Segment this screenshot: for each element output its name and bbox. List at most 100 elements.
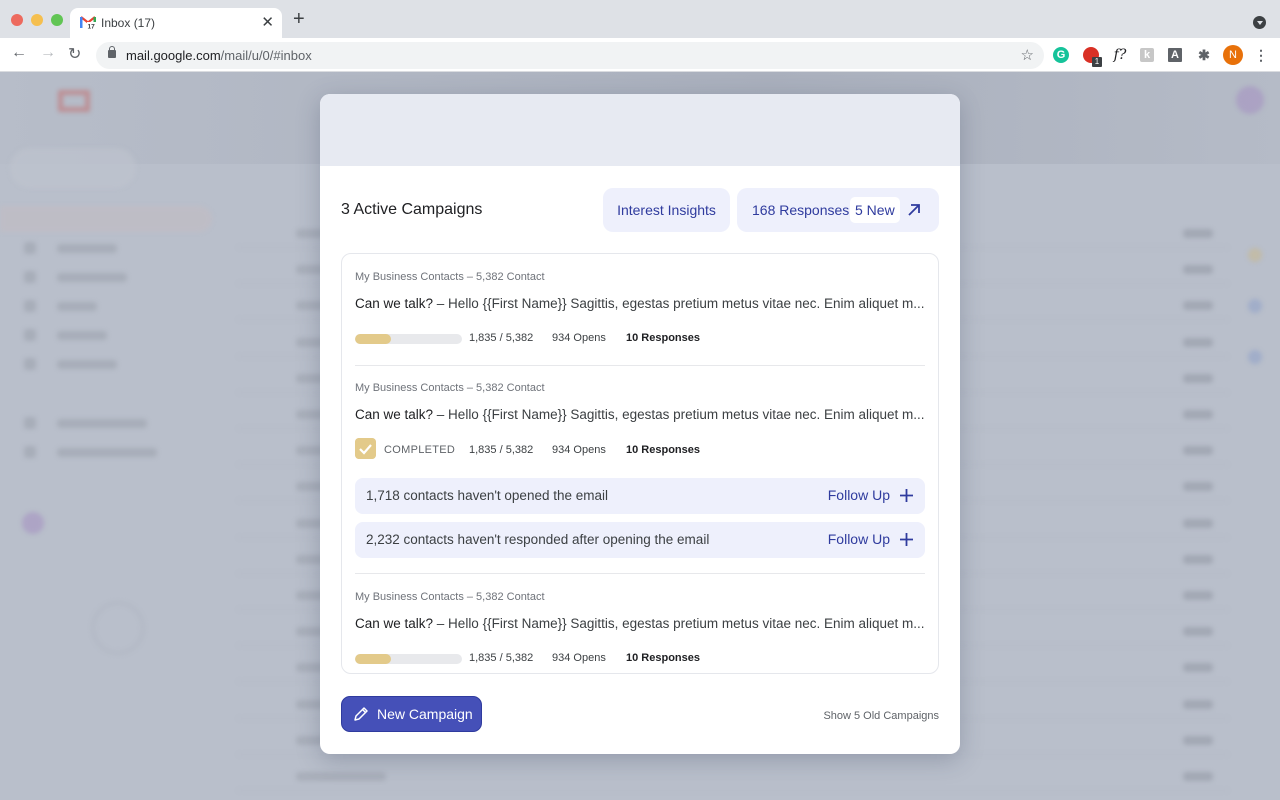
campaign-meta: My Business Contacts – 5,382 Contact xyxy=(355,591,545,603)
backdrop-row-date xyxy=(1183,554,1213,564)
address-bar[interactable]: mail.google.com/mail/u/0/#inbox ☆ xyxy=(96,42,1044,69)
backdrop-addon-shape xyxy=(1248,299,1262,313)
followup-row-unresponded: 2,232 contacts haven't responded after o… xyxy=(355,522,925,558)
campaign-meta: My Business Contacts – 5,382 Contact xyxy=(355,382,545,394)
backdrop-row-sender xyxy=(296,772,386,781)
campaign-subject: Can we talk? xyxy=(355,296,434,311)
extensions-puzzle-icon[interactable]: ✱ xyxy=(1196,47,1212,63)
responses-count-link[interactable]: 10 Responses xyxy=(626,332,700,344)
responses-count-link[interactable]: 10 Responses xyxy=(626,652,700,664)
send-progress-bar xyxy=(355,654,462,664)
campaign-line: Can we talk? – Hello {{First Name}} Sagi… xyxy=(355,296,925,311)
backdrop-row-date xyxy=(1183,410,1213,419)
campaign-subject: Can we talk? xyxy=(355,407,434,422)
campaign-preview: – Hello {{First Name}} Sagittis, egestas… xyxy=(433,407,925,422)
backdrop-avatar-shape xyxy=(22,512,44,534)
interest-insights-button[interactable]: Interest Insights xyxy=(603,188,730,232)
font-extension-icon[interactable]: f? xyxy=(1110,47,1130,63)
backdrop-row-date xyxy=(1183,482,1213,492)
url-host: mail.google.com xyxy=(126,48,221,63)
follow-up-button[interactable]: Follow Up xyxy=(828,531,914,547)
browser-tab-bar: 17 Inbox (17) ✕ + xyxy=(0,0,1280,38)
campaigns-modal: 3 Active Campaigns Interest Insights 168… xyxy=(320,94,960,754)
responses-count: 168 Responses xyxy=(752,202,850,218)
plus-icon xyxy=(900,533,913,546)
campaign-line: Can we talk? – Hello {{First Name}} Sagi… xyxy=(355,407,925,422)
opens-count: 934 Opens xyxy=(552,444,606,456)
opens-count: 934 Opens xyxy=(552,652,606,664)
reload-icon[interactable]: ↻ xyxy=(68,44,81,64)
backdrop-nav-shape xyxy=(22,300,202,312)
browser-tab-inbox[interactable]: 17 Inbox (17) ✕ xyxy=(70,8,282,38)
new-responses-badge: 5 New xyxy=(850,197,900,223)
campaign-line: Can we talk? – Hello {{First Name}} Sagi… xyxy=(355,616,925,631)
follow-up-label: Follow Up xyxy=(827,487,890,503)
completed-status: COMPLETED xyxy=(384,444,456,456)
checkmark-icon xyxy=(355,438,376,459)
campaign-item[interactable]: My Business Contacts – 5,382 Contact Can… xyxy=(342,254,938,365)
forward-arrow-icon[interactable]: → xyxy=(40,44,56,62)
window-close-button[interactable] xyxy=(11,14,23,26)
browser-toolbar: ← → ↻ mail.google.com/mail/u/0/#inbox ☆ … xyxy=(0,38,1280,72)
backdrop-row-date xyxy=(1183,518,1213,528)
modal-title: 3 Active Campaigns xyxy=(341,201,483,218)
tab-title: Inbox (17) xyxy=(101,16,156,30)
url-text[interactable]: mail.google.com/mail/u/0/#inbox xyxy=(126,48,312,63)
opens-count: 934 Opens xyxy=(552,332,606,344)
responses-count-link[interactable]: 10 Responses xyxy=(626,444,700,456)
backdrop-nav-shape xyxy=(22,242,202,254)
new-tab-button[interactable]: + xyxy=(293,9,305,29)
window-minimize-button[interactable] xyxy=(31,14,43,26)
window-maximize-button[interactable] xyxy=(51,14,63,26)
backdrop-row-date xyxy=(1183,735,1213,745)
backdrop-row-date xyxy=(1183,699,1213,709)
arrow-up-right-icon xyxy=(908,204,920,216)
campaign-stats: COMPLETED 1,835 / 5,382 934 Opens 10 Res… xyxy=(355,438,755,460)
backdrop-nav-shape xyxy=(22,329,202,341)
new-campaign-label: New Campaign xyxy=(377,706,473,722)
backdrop-row-date xyxy=(1183,229,1213,238)
modal-header-band xyxy=(320,94,960,166)
grammarly-extension-icon[interactable]: G xyxy=(1053,47,1069,63)
plus-icon xyxy=(900,489,913,502)
k-extension-icon[interactable]: k xyxy=(1140,48,1154,62)
backdrop-avatar-shape xyxy=(1236,86,1264,114)
browser-menu-icon[interactable]: ⋮ xyxy=(1254,47,1268,63)
campaign-preview: – Hello {{First Name}} Sagittis, egestas… xyxy=(433,296,925,311)
profile-avatar[interactable]: N xyxy=(1223,45,1243,65)
lock-icon xyxy=(108,46,116,58)
backdrop-hangouts-shape xyxy=(92,602,144,654)
backdrop-row-date xyxy=(1183,627,1213,637)
tab-close-icon[interactable]: ✕ xyxy=(261,13,274,31)
back-arrow-icon[interactable]: ← xyxy=(11,44,27,62)
pencil-icon xyxy=(354,707,368,721)
backdrop-row-divider xyxy=(238,790,1228,791)
url-path: /mail/u/0/#inbox xyxy=(220,48,312,63)
campaign-subject: Can we talk? xyxy=(355,616,434,631)
follow-up-label: Follow Up xyxy=(827,531,890,547)
backdrop-row-date xyxy=(1183,591,1213,600)
new-campaign-button[interactable]: New Campaign xyxy=(341,696,482,732)
show-old-campaigns-link[interactable]: Show 5 Old Campaigns xyxy=(823,710,939,722)
backdrop-row-date xyxy=(1183,446,1213,456)
backdrop-nav-shape xyxy=(22,446,202,458)
followup-text: 2,232 contacts haven't responded after o… xyxy=(366,532,710,547)
send-progress-bar xyxy=(355,334,462,344)
follow-up-button[interactable]: Follow Up xyxy=(828,487,914,503)
a-extension-icon[interactable]: A xyxy=(1168,48,1182,62)
responses-button[interactable]: 168 Responses 5 New xyxy=(737,188,939,232)
sent-count: 1,835 / 5,382 xyxy=(469,444,534,456)
backdrop-row-date xyxy=(1183,337,1213,347)
svg-text:17: 17 xyxy=(88,24,96,30)
bookmark-star-icon[interactable]: ☆ xyxy=(1021,46,1034,64)
backdrop-row-date xyxy=(1183,772,1213,781)
campaign-item[interactable]: My Business Contacts – 5,382 Contact Can… xyxy=(342,365,938,573)
backdrop-nav-shape xyxy=(22,417,202,429)
backdrop-nav-shape xyxy=(22,271,202,283)
sent-count: 1,835 / 5,382 xyxy=(469,332,534,344)
campaign-list[interactable]: My Business Contacts – 5,382 Contact Can… xyxy=(341,253,939,674)
campaign-item[interactable]: My Business Contacts – 5,382 Contact Can… xyxy=(342,573,938,673)
tab-search-icon[interactable] xyxy=(1253,16,1266,29)
campaign-preview: – Hello {{First Name}} Sagittis, egestas… xyxy=(433,616,925,631)
gmail-logo-icon xyxy=(58,90,90,112)
